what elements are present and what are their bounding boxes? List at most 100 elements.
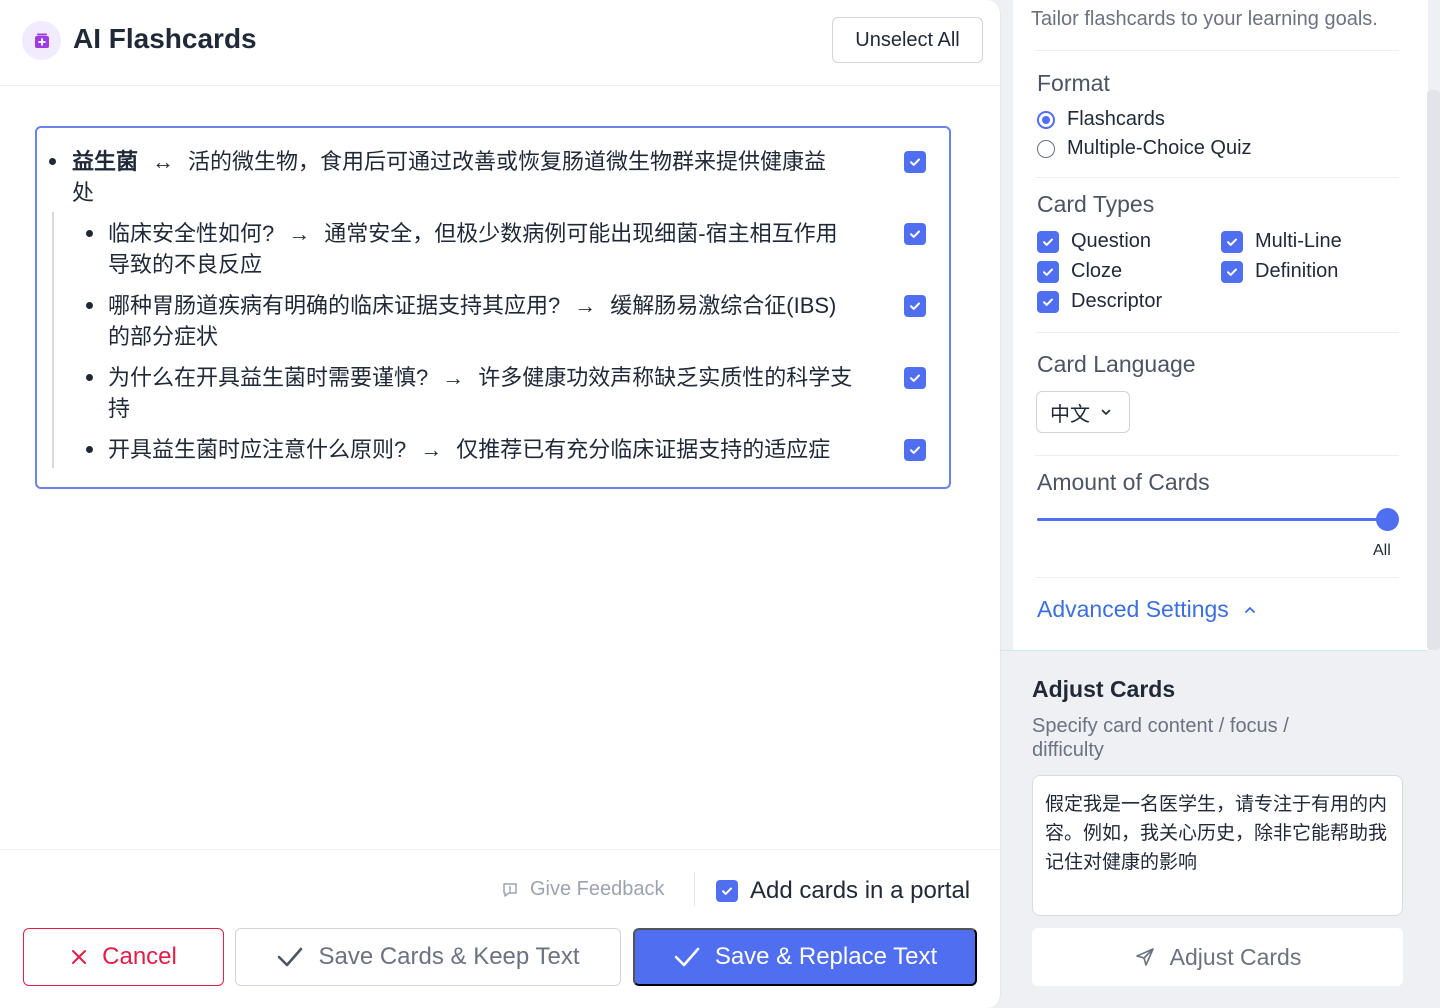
portal-label: Add cards in a portal xyxy=(750,877,971,904)
sub-card-checkbox[interactable] xyxy=(904,223,926,245)
format-option-label: Multiple-Choice Quiz xyxy=(1067,137,1252,159)
adjust-cards-title: Adjust Cards xyxy=(1032,676,1176,702)
bullet xyxy=(86,230,93,237)
advanced-settings-label: Advanced Settings xyxy=(1037,596,1229,622)
card-answer-cont: 导致的不良反应 xyxy=(108,252,263,277)
arrow-right-icon: → xyxy=(288,221,311,246)
card-type-checkbox[interactable] xyxy=(1037,260,1059,283)
card-type-descriptor[interactable]: Descriptor xyxy=(1037,290,1162,313)
sub-card[interactable]: 开具益生菌时应注意什么原则? → 仅推荐已有充分临床证据支持的适应症 xyxy=(108,434,898,465)
sub-card[interactable]: 临床安全性如何? → 通常安全，但极少数病例可能出现细菌-宿主相互作用 导致的不良反… xyxy=(108,218,898,280)
cancel-label: Cancel xyxy=(102,943,177,970)
feedback-icon xyxy=(503,882,517,897)
settings-card xyxy=(1013,0,1428,650)
save-replace-text-button[interactable]: Save & Replace Text xyxy=(633,928,977,986)
give-feedback-link[interactable]: Give Feedback xyxy=(500,878,665,901)
card-type-checkbox[interactable] xyxy=(1037,230,1059,253)
card-type-label: Question xyxy=(1071,230,1152,252)
radio-selected[interactable] xyxy=(1037,110,1055,129)
card-answer-cont: 持 xyxy=(108,396,131,421)
cancel-button[interactable]: Cancel xyxy=(23,928,224,986)
card-answer: 通常安全，但极少数病例可能出现细菌-宿主相互作用 xyxy=(324,221,838,246)
section-divider xyxy=(1035,332,1399,333)
tailor-description: Tailor flashcards to your learning goals… xyxy=(1031,8,1378,30)
arrow-right-icon: → xyxy=(574,293,597,318)
card-question: 临床安全性如何? xyxy=(108,221,275,246)
card-type-checkbox[interactable] xyxy=(1037,290,1059,313)
app-title: AI Flashcards xyxy=(73,23,257,54)
bidirectional-arrow-icon: ↔ xyxy=(152,149,175,174)
section-divider xyxy=(1035,577,1399,578)
panel-header: AI Flashcards Unselect All xyxy=(0,0,1000,86)
sub-card-checkbox[interactable] xyxy=(904,295,926,317)
language-select[interactable]: 中文 xyxy=(1036,391,1130,433)
adjust-instructions-textarea[interactable]: 假定我是一名医学生，请专注于有用的内容。例如，我关心历史，除非它能帮助我记住对健… xyxy=(1032,775,1403,916)
bullet xyxy=(86,374,93,381)
card-type-multi-line[interactable]: Multi-Line xyxy=(1221,230,1342,253)
card-answer: 许多健康功效声称缺乏实质性的科学支 xyxy=(478,365,853,390)
amount-slider-thumb[interactable] xyxy=(1376,508,1399,531)
card-term: 益生菌 xyxy=(72,149,139,174)
indent-guide xyxy=(52,212,54,468)
card-main-checkbox[interactable] xyxy=(904,151,926,173)
card-answer: 仅推荐已有充分临床证据支持的适应症 xyxy=(456,437,831,462)
close-icon xyxy=(72,950,87,964)
sub-card[interactable]: 哪种胃肠道疾病有明确的临床证据支持其应用? → 缓解肠易激综合征(IBS) 的部分症… xyxy=(108,290,898,352)
bullet xyxy=(86,302,93,309)
save-keep-label: Save Cards & Keep Text xyxy=(318,943,580,970)
save-replace-label: Save & Replace Text xyxy=(714,943,938,970)
check-icon xyxy=(278,947,303,967)
footer-vertical-divider xyxy=(694,872,695,906)
card-language-title: Card Language xyxy=(1037,351,1196,377)
card-type-definition[interactable]: Definition xyxy=(1221,260,1338,283)
card-definition-cont: 处 xyxy=(72,180,95,205)
card-answer: 缓解肠易激综合征(IBS) xyxy=(610,293,837,318)
amount-value: All xyxy=(1373,542,1391,559)
adjust-cards-button[interactable]: Adjust Cards xyxy=(1032,928,1403,986)
feedback-label: Give Feedback xyxy=(530,878,665,900)
language-value: 中文 xyxy=(1050,403,1090,426)
card-type-label: Cloze xyxy=(1071,260,1123,282)
card-type-checkbox[interactable] xyxy=(1221,230,1243,253)
bullet xyxy=(86,446,93,453)
add-to-portal-toggle[interactable]: Add cards in a portal xyxy=(716,877,970,905)
card-types-title: Card Types xyxy=(1037,191,1155,217)
format-option-quiz[interactable]: Multiple-Choice Quiz xyxy=(1037,137,1252,160)
send-icon xyxy=(1135,948,1154,966)
format-option-label: Flashcards xyxy=(1067,108,1165,130)
arrow-right-icon: → xyxy=(442,365,465,390)
card-type-checkbox[interactable] xyxy=(1221,260,1243,283)
amount-title: Amount of Cards xyxy=(1037,469,1210,495)
save-keep-text-button[interactable]: Save Cards & Keep Text xyxy=(235,928,621,986)
sub-card-checkbox[interactable] xyxy=(904,367,926,389)
portal-checkbox[interactable] xyxy=(716,880,738,902)
card-type-label: Definition xyxy=(1255,260,1339,282)
sub-card-checkbox[interactable] xyxy=(904,439,926,461)
adjust-cards-label: Adjust Cards xyxy=(1169,943,1302,970)
advanced-settings-toggle[interactable]: Advanced Settings xyxy=(1037,596,1257,623)
sidebar-scrollbar[interactable] xyxy=(1427,90,1440,650)
card-answer-cont: 的部分症状 xyxy=(108,324,219,349)
card-type-cloze[interactable]: Cloze xyxy=(1037,260,1122,283)
card-question: 为什么在开具益生菌时需要谨慎? xyxy=(108,365,429,390)
card-type-question[interactable]: Question xyxy=(1037,230,1151,253)
card-main[interactable]: 益生菌 ↔ 活的微生物，食用后可通过改善或恢复肠道微生物群来提供健康益 处 xyxy=(72,146,882,208)
card-question: 哪种胃肠道疾病有明确的临床证据支持其应用? xyxy=(108,293,561,318)
footer-divider xyxy=(0,849,1000,850)
card-type-label: Descriptor xyxy=(1071,290,1163,312)
amount-slider-track[interactable] xyxy=(1037,518,1387,521)
arrow-right-icon: → xyxy=(420,437,443,462)
format-title: Format xyxy=(1037,70,1110,96)
unselect-all-button[interactable]: Unselect All xyxy=(832,17,983,63)
sub-card[interactable]: 为什么在开具益生菌时需要谨慎? → 许多健康功效声称缺乏实质性的科学支 持 xyxy=(108,362,898,424)
card-list: 益生菌 ↔ 活的微生物，食用后可通过改善或恢复肠道微生物群来提供健康益 处 临床安全… xyxy=(35,126,951,489)
card-type-label: Multi-Line xyxy=(1255,230,1342,252)
check-icon xyxy=(674,947,700,967)
app-logo-icon xyxy=(22,21,61,60)
adjust-cards-subtitle: Specify card content / focus / difficult… xyxy=(1032,715,1289,761)
section-divider xyxy=(1035,177,1399,178)
radio-unselected[interactable] xyxy=(1037,139,1055,158)
card-definition: 活的微生物，食用后可通过改善或恢复肠道微生物群来提供健康益 xyxy=(188,149,827,174)
format-option-flashcards[interactable]: Flashcards xyxy=(1037,108,1165,131)
chevron-down-icon xyxy=(1101,409,1111,415)
